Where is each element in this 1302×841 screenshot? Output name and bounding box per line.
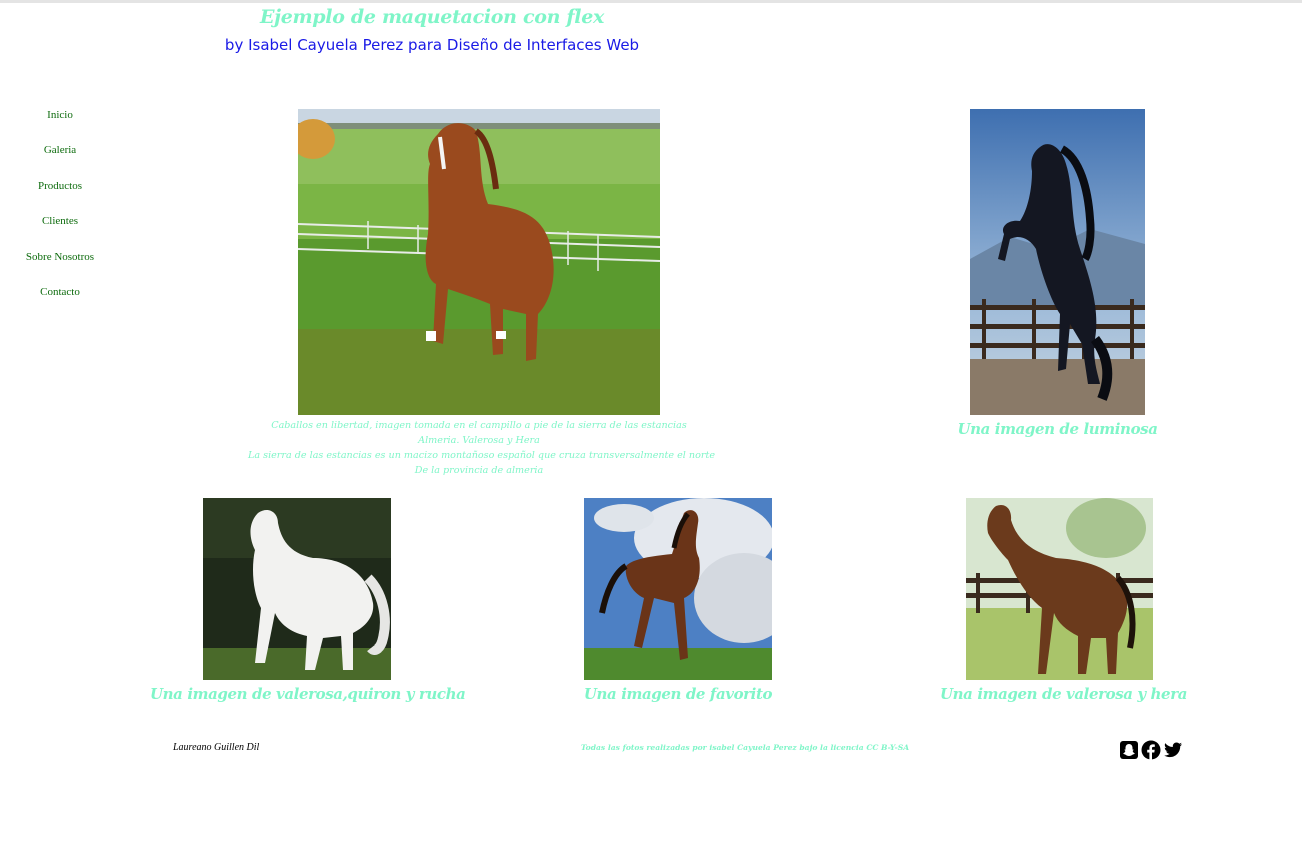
caption-valerosa-hera: Una imagen de valerosa y hera <box>940 685 1188 703</box>
twitter-icon[interactable] <box>1163 740 1183 760</box>
photo-black-rearing-horse <box>970 109 1145 415</box>
caption-line: Almeria. Valerosa y Hera <box>418 435 540 446</box>
nav-item-clientes[interactable]: Clientes <box>0 213 120 248</box>
caption-luminosa: Una imagen de luminosa <box>957 420 1158 438</box>
nav-item-inicio[interactable]: Inicio <box>0 107 120 142</box>
sidebar-nav: Inicio Galeria Productos Clientes Sobre … <box>0 107 120 319</box>
footer-license: Todas las fotos realizadas por isabel Ca… <box>580 743 910 752</box>
photo-chestnut-horse-meadow <box>298 109 660 415</box>
nav-item-galeria[interactable]: Galeria <box>0 142 120 177</box>
photo-bay-horse-paddock <box>966 498 1153 680</box>
photo-bay-horse-sky <box>584 498 772 680</box>
snapchat-icon[interactable] <box>1119 740 1139 760</box>
top-border <box>0 0 1302 3</box>
caption-line: De la provincia de almeria <box>414 465 544 476</box>
caption-line: La sierra de las estancias es un macizo … <box>248 450 716 461</box>
caption-valerosa-quiron-rucha: Una imagen de valerosa,quiron y rucha <box>150 685 466 703</box>
footer-author: Laureano Guillen Dil <box>173 742 260 753</box>
nav-item-productos[interactable]: Productos <box>0 178 120 213</box>
social-links <box>1119 740 1183 760</box>
caption-line: Caballos en libertad, imagen tomada en e… <box>271 420 687 431</box>
caption-favorito: Una imagen de favorito <box>583 685 773 703</box>
nav-item-contacto[interactable]: Contacto <box>0 284 120 319</box>
page-title: Ejemplo de maquetacion con flex <box>259 6 605 28</box>
main-photo-caption: Caballos en libertad, imagen tomada en e… <box>248 418 716 478</box>
nav-item-sobre-nosotros[interactable]: Sobre Nosotros <box>0 249 120 284</box>
photo-white-horse-forest <box>203 498 391 680</box>
facebook-icon[interactable] <box>1141 740 1161 760</box>
page-subtitle: by Isabel Cayuela Perez para Diseño de I… <box>224 36 640 54</box>
